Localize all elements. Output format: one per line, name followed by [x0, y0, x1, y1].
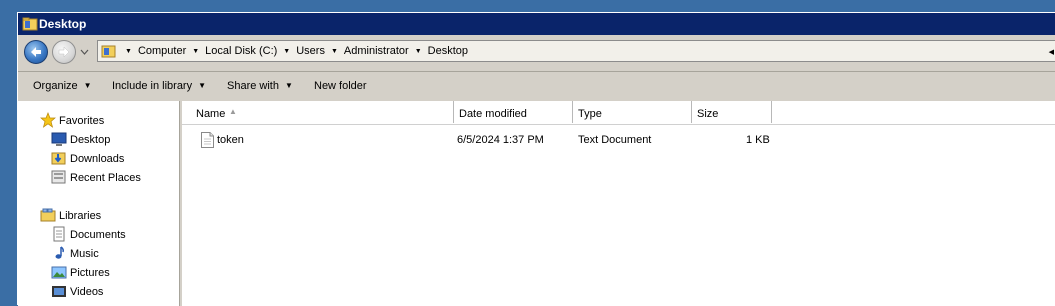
chevron-down-icon: ▼ [198, 81, 207, 90]
music-icon [51, 245, 67, 261]
pictures-icon [51, 264, 67, 280]
nav-item-label: Desktop [70, 133, 111, 146]
command-bar: Organize ▼ Include in library ▼ Share with… [18, 71, 1055, 102]
recent-places-icon [51, 169, 67, 185]
share-with-label: Share with [227, 80, 279, 92]
share-with-button[interactable]: Share with ▼ [227, 80, 293, 92]
column-header-size[interactable]: Size [692, 101, 772, 123]
star-icon [40, 112, 56, 128]
explorer-window: Desktop ▼ Computer ▼ Local Disk (C:) ▼ U… [17, 12, 1055, 306]
text-file-icon [200, 132, 215, 151]
arrow-left-icon [31, 47, 41, 57]
address-box[interactable]: ▼ Computer ▼ Local Disk (C:) ▼ Users ▼ A… [97, 40, 1055, 62]
window-title: Desktop [39, 17, 87, 31]
include-in-library-label: Include in library [112, 80, 193, 92]
breadcrumb-administrator[interactable]: Administrator [344, 45, 409, 57]
column-header-date-modified[interactable]: Date modified [454, 101, 573, 123]
nav-item-label: Pictures [70, 266, 110, 279]
breadcrumb-arrow-icon[interactable]: ▼ [125, 48, 132, 55]
desktop-icon [51, 131, 67, 147]
organize-label: Organize [33, 80, 78, 92]
breadcrumb-arrow-icon[interactable]: ▼ [283, 48, 290, 55]
breadcrumb-computer[interactable]: Computer [138, 45, 186, 57]
nav-item-videos[interactable]: Videos [51, 284, 103, 300]
nav-item-music[interactable]: Music [51, 246, 99, 262]
chevron-down-icon: ▼ [284, 81, 293, 90]
column-header-label: Date modified [459, 108, 527, 120]
navigation-pane[interactable]: Favorites Desktop Downloads Recent Place… [18, 101, 180, 306]
organize-button[interactable]: Organize ▼ [33, 80, 92, 92]
breadcrumb-local-disk[interactable]: Local Disk (C:) [205, 45, 277, 57]
nav-item-label: Music [70, 247, 99, 260]
file-name[interactable]: token [217, 134, 244, 146]
breadcrumb-arrow-icon[interactable]: ▼ [415, 48, 422, 55]
favorites-label: Favorites [59, 114, 105, 127]
chevron-down-icon: ▼ [83, 81, 92, 90]
include-in-library-button[interactable]: Include in library ▼ [112, 80, 206, 92]
column-header-label: Name [196, 108, 226, 120]
column-header-label: Size [697, 108, 719, 120]
downloads-icon [51, 150, 67, 166]
libraries-icon [40, 207, 56, 223]
column-header-name[interactable]: Name ▲ [182, 101, 454, 123]
libraries-label: Libraries [59, 209, 102, 222]
back-button[interactable] [24, 40, 48, 64]
nav-item-label: Recent Places [70, 171, 141, 184]
folder-icon [22, 16, 38, 32]
nav-group-libraries[interactable]: Libraries [40, 208, 101, 224]
documents-icon [51, 226, 67, 242]
column-header-label: Type [578, 108, 602, 120]
file-date-modified: 6/5/2024 1:37 PM [457, 134, 544, 146]
nav-item-pictures[interactable]: Pictures [51, 265, 110, 281]
column-header-row: Name ▲ Date modified Type Size [182, 101, 1055, 125]
nav-item-label: Videos [70, 285, 104, 298]
videos-icon [51, 283, 67, 299]
nav-item-desktop[interactable]: Desktop [51, 132, 110, 148]
recent-pages-dropdown-icon[interactable] [80, 49, 89, 55]
sort-ascending-icon: ▲ [229, 107, 237, 116]
nav-item-label: Documents [70, 228, 126, 241]
address-history-icon[interactable]: ◀ [1049, 48, 1054, 56]
nav-item-downloads[interactable]: Downloads [51, 151, 124, 167]
column-header-type[interactable]: Type [573, 101, 692, 123]
breadcrumb-arrow-icon[interactable]: ▼ [192, 48, 199, 55]
breadcrumb-desktop[interactable]: Desktop [428, 45, 468, 57]
new-folder-button[interactable]: New folder [314, 80, 367, 92]
address-bar-row: ▼ Computer ▼ Local Disk (C:) ▼ Users ▼ A… [18, 37, 1055, 67]
location-folder-icon [101, 43, 117, 62]
nav-item-documents[interactable]: Documents [51, 226, 126, 243]
nav-group-favorites[interactable]: Favorites [40, 112, 105, 129]
file-row[interactable]: token 6/5/2024 1:37 PM Text Document 1 K… [182, 130, 1055, 150]
file-size: 1 KB [746, 134, 770, 146]
nav-item-recent-places[interactable]: Recent Places [51, 170, 141, 186]
new-folder-label: New folder [314, 80, 367, 92]
breadcrumb: ▼ Computer ▼ Local Disk (C:) ▼ Users ▼ A… [119, 45, 468, 57]
forward-button[interactable] [52, 40, 76, 64]
breadcrumb-arrow-icon[interactable]: ▼ [331, 48, 338, 55]
arrow-right-icon [58, 46, 70, 58]
file-list[interactable]: Name ▲ Date modified Type Size token 6/5… [182, 101, 1055, 306]
title-bar[interactable]: Desktop [18, 13, 1055, 35]
nav-item-label: Downloads [70, 152, 125, 165]
breadcrumb-users[interactable]: Users [296, 45, 325, 57]
file-type: Text Document [578, 134, 652, 146]
